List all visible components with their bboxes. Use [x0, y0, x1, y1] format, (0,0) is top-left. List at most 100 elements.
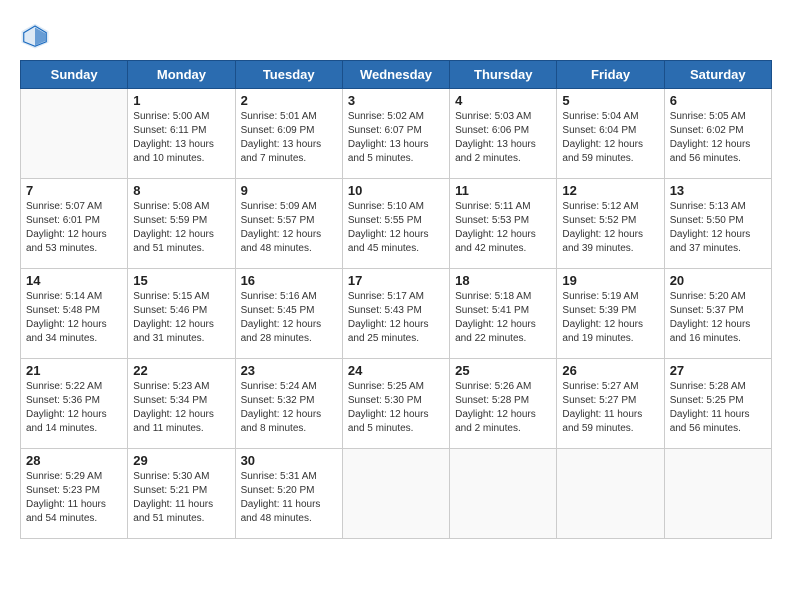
calendar-cell: 17 Sunrise: 5:17 AM Sunset: 5:43 PM Dayli…	[342, 269, 449, 359]
calendar-cell	[450, 449, 557, 539]
day-number: 14	[26, 273, 122, 288]
day-number: 11	[455, 183, 551, 198]
calendar-cell: 20 Sunrise: 5:20 AM Sunset: 5:37 PM Dayli…	[664, 269, 771, 359]
day-number: 22	[133, 363, 229, 378]
weekday-header-monday: Monday	[128, 61, 235, 89]
calendar-cell: 8 Sunrise: 5:08 AM Sunset: 5:59 PM Daylig…	[128, 179, 235, 269]
day-info: Sunrise: 5:01 AM Sunset: 6:09 PM Dayligh…	[241, 110, 337, 166]
calendar-week-3: 21 Sunrise: 5:22 AM Sunset: 5:36 PM Dayli…	[21, 359, 772, 449]
day-info: Sunrise: 5:27 AM Sunset: 5:27 PM Dayligh…	[562, 380, 658, 436]
day-info: Sunrise: 5:00 AM Sunset: 6:11 PM Dayligh…	[133, 110, 229, 166]
day-number: 20	[670, 273, 766, 288]
day-info: Sunrise: 5:08 AM Sunset: 5:59 PM Dayligh…	[133, 200, 229, 256]
calendar-cell: 21 Sunrise: 5:22 AM Sunset: 5:36 PM Dayli…	[21, 359, 128, 449]
calendar-header: SundayMondayTuesdayWednesdayThursdayFrid…	[21, 61, 772, 89]
calendar-week-2: 14 Sunrise: 5:14 AM Sunset: 5:48 PM Dayli…	[21, 269, 772, 359]
weekday-header-saturday: Saturday	[664, 61, 771, 89]
day-number: 10	[348, 183, 444, 198]
day-info: Sunrise: 5:29 AM Sunset: 5:23 PM Dayligh…	[26, 470, 122, 526]
day-number: 19	[562, 273, 658, 288]
weekday-header-tuesday: Tuesday	[235, 61, 342, 89]
calendar-cell: 13Sunrise: 5:13 AM Sunset: 5:50 PM Dayli…	[664, 179, 771, 269]
day-number: 8	[133, 183, 229, 198]
calendar-week-0: 1 Sunrise: 5:00 AM Sunset: 6:11 PM Daylig…	[21, 89, 772, 179]
day-number: 30	[241, 453, 337, 468]
calendar-cell	[342, 449, 449, 539]
calendar-cell: 3 Sunrise: 5:02 AM Sunset: 6:07 PM Daylig…	[342, 89, 449, 179]
day-number: 26	[562, 363, 658, 378]
day-info: Sunrise: 5:15 AM Sunset: 5:46 PM Dayligh…	[133, 290, 229, 346]
day-info: Sunrise: 5:14 AM Sunset: 5:48 PM Dayligh…	[26, 290, 122, 346]
day-info: Sunrise: 5:31 AM Sunset: 5:20 PM Dayligh…	[241, 470, 337, 526]
calendar-cell: 16Sunrise: 5:16 AM Sunset: 5:45 PM Dayli…	[235, 269, 342, 359]
weekday-header-sunday: Sunday	[21, 61, 128, 89]
day-number: 5	[562, 93, 658, 108]
day-number: 17	[348, 273, 444, 288]
day-number: 1	[133, 93, 229, 108]
day-info: Sunrise: 5:03 AM Sunset: 6:06 PM Dayligh…	[455, 110, 551, 166]
calendar-cell: 24Sunrise: 5:25 AM Sunset: 5:30 PM Dayli…	[342, 359, 449, 449]
calendar-table: SundayMondayTuesdayWednesdayThursdayFrid…	[20, 60, 772, 539]
day-info: Sunrise: 5:07 AM Sunset: 6:01 PM Dayligh…	[26, 200, 122, 256]
weekday-header-thursday: Thursday	[450, 61, 557, 89]
day-number: 6	[670, 93, 766, 108]
day-number: 21	[26, 363, 122, 378]
calendar-cell: 18 Sunrise: 5:18 AM Sunset: 5:41 PM Dayli…	[450, 269, 557, 359]
day-info: Sunrise: 5:26 AM Sunset: 5:28 PM Dayligh…	[455, 380, 551, 436]
calendar-body: 1 Sunrise: 5:00 AM Sunset: 6:11 PM Daylig…	[21, 89, 772, 539]
day-number: 24	[348, 363, 444, 378]
calendar-cell	[664, 449, 771, 539]
calendar-cell: 23 Sunrise: 5:24 AM Sunset: 5:32 PM Dayli…	[235, 359, 342, 449]
day-number: 7	[26, 183, 122, 198]
calendar-cell: 14 Sunrise: 5:14 AM Sunset: 5:48 PM Dayli…	[21, 269, 128, 359]
day-number: 3	[348, 93, 444, 108]
page-header	[20, 20, 772, 50]
calendar-cell: 25 Sunrise: 5:26 AM Sunset: 5:28 PM Dayli…	[450, 359, 557, 449]
day-info: Sunrise: 5:05 AM Sunset: 6:02 PM Dayligh…	[670, 110, 766, 166]
day-info: Sunrise: 5:17 AM Sunset: 5:43 PM Dayligh…	[348, 290, 444, 346]
calendar-cell: 15Sunrise: 5:15 AM Sunset: 5:46 PM Dayli…	[128, 269, 235, 359]
weekday-header-wednesday: Wednesday	[342, 61, 449, 89]
day-info: Sunrise: 5:28 AM Sunset: 5:25 PM Dayligh…	[670, 380, 766, 436]
calendar-cell	[21, 89, 128, 179]
day-info: Sunrise: 5:02 AM Sunset: 6:07 PM Dayligh…	[348, 110, 444, 166]
calendar-week-1: 7 Sunrise: 5:07 AM Sunset: 6:01 PM Daylig…	[21, 179, 772, 269]
calendar-cell: 19 Sunrise: 5:19 AM Sunset: 5:39 PM Dayli…	[557, 269, 664, 359]
calendar-cell: 22 Sunrise: 5:23 AM Sunset: 5:34 PM Dayli…	[128, 359, 235, 449]
day-number: 18	[455, 273, 551, 288]
day-info: Sunrise: 5:19 AM Sunset: 5:39 PM Dayligh…	[562, 290, 658, 346]
day-info: Sunrise: 5:09 AM Sunset: 5:57 PM Dayligh…	[241, 200, 337, 256]
logo-icon	[20, 20, 50, 50]
day-number: 29	[133, 453, 229, 468]
calendar-cell: 28 Sunrise: 5:29 AM Sunset: 5:23 PM Dayli…	[21, 449, 128, 539]
calendar-cell: 4 Sunrise: 5:03 AM Sunset: 6:06 PM Daylig…	[450, 89, 557, 179]
weekday-header-friday: Friday	[557, 61, 664, 89]
day-info: Sunrise: 5:23 AM Sunset: 5:34 PM Dayligh…	[133, 380, 229, 436]
day-number: 4	[455, 93, 551, 108]
day-info: Sunrise: 5:22 AM Sunset: 5:36 PM Dayligh…	[26, 380, 122, 436]
logo	[20, 20, 54, 50]
calendar-cell: 29Sunrise: 5:30 AM Sunset: 5:21 PM Dayli…	[128, 449, 235, 539]
calendar-cell: 9 Sunrise: 5:09 AM Sunset: 5:57 PM Daylig…	[235, 179, 342, 269]
day-info: Sunrise: 5:04 AM Sunset: 6:04 PM Dayligh…	[562, 110, 658, 166]
calendar-cell: 27Sunrise: 5:28 AM Sunset: 5:25 PM Dayli…	[664, 359, 771, 449]
calendar-cell: 5 Sunrise: 5:04 AM Sunset: 6:04 PM Daylig…	[557, 89, 664, 179]
calendar-week-4: 28 Sunrise: 5:29 AM Sunset: 5:23 PM Dayli…	[21, 449, 772, 539]
day-number: 16	[241, 273, 337, 288]
day-number: 13	[670, 183, 766, 198]
day-number: 9	[241, 183, 337, 198]
day-info: Sunrise: 5:20 AM Sunset: 5:37 PM Dayligh…	[670, 290, 766, 346]
day-info: Sunrise: 5:24 AM Sunset: 5:32 PM Dayligh…	[241, 380, 337, 436]
calendar-cell: 2 Sunrise: 5:01 AM Sunset: 6:09 PM Daylig…	[235, 89, 342, 179]
day-number: 2	[241, 93, 337, 108]
calendar-cell: 26 Sunrise: 5:27 AM Sunset: 5:27 PM Dayli…	[557, 359, 664, 449]
calendar-cell: 12Sunrise: 5:12 AM Sunset: 5:52 PM Dayli…	[557, 179, 664, 269]
day-info: Sunrise: 5:18 AM Sunset: 5:41 PM Dayligh…	[455, 290, 551, 346]
calendar-cell: 11Sunrise: 5:11 AM Sunset: 5:53 PM Dayli…	[450, 179, 557, 269]
day-number: 28	[26, 453, 122, 468]
day-info: Sunrise: 5:12 AM Sunset: 5:52 PM Dayligh…	[562, 200, 658, 256]
calendar-cell: 1 Sunrise: 5:00 AM Sunset: 6:11 PM Daylig…	[128, 89, 235, 179]
calendar-cell: 10Sunrise: 5:10 AM Sunset: 5:55 PM Dayli…	[342, 179, 449, 269]
day-number: 23	[241, 363, 337, 378]
day-number: 25	[455, 363, 551, 378]
